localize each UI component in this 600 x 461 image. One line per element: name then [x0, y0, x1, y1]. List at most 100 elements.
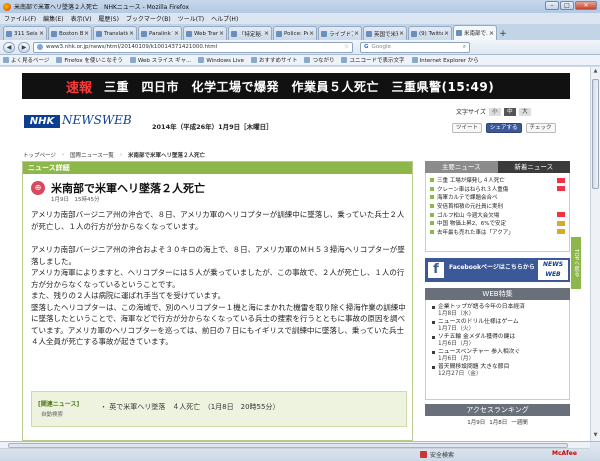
- bookmark-star-icon[interactable]: ☆: [344, 44, 349, 50]
- tab-close-icon[interactable]: ×: [353, 30, 359, 37]
- bookmark-item[interactable]: Web スライス ギャ...: [129, 56, 191, 64]
- horizontal-scrollbar[interactable]: [0, 442, 590, 449]
- vertical-scrollbar[interactable]: ▲ ▼: [590, 67, 600, 441]
- breadcrumb-top[interactable]: トップページ: [23, 151, 56, 159]
- list-item[interactable]: 去年最も売れた車は「アクア」: [430, 228, 569, 237]
- menu-bookmarks[interactable]: ブックマーク(B): [126, 14, 171, 23]
- navigation-toolbar: ◀ ▶ www3.nhk.or.jp/news/html/20140109/k1…: [0, 40, 600, 55]
- status-bar: 安全検索 McAfee: [0, 441, 600, 461]
- bookmark-item[interactable]: つながり: [304, 56, 334, 64]
- bullet-icon: [430, 221, 434, 226]
- scroll-down-icon[interactable]: ▼: [592, 432, 599, 440]
- browser-tab[interactable]: ライブドア...×: [318, 26, 362, 40]
- list-item[interactable]: 中国 物価上昇2、6%で安定: [430, 219, 569, 228]
- menu-help[interactable]: ヘルプ(H): [211, 14, 238, 23]
- browser-tab[interactable]: 311 Seism...×: [3, 26, 47, 40]
- browser-tab[interactable]: 英国で米軍...×: [363, 26, 407, 40]
- list-item[interactable]: ニュースのドリル仕様はゲーム 1月7日（火）: [432, 319, 569, 332]
- tab-latest-news[interactable]: 新着ニュース: [497, 161, 570, 173]
- new-tab-button[interactable]: +: [498, 28, 508, 40]
- breaking-news-banner[interactable]: 速報 三重 四日市 化学工場で爆発 作業員５人死亡 三重県警(15:49): [22, 73, 570, 99]
- bookmark-label: おすすめサイト: [258, 58, 298, 64]
- bullet-icon: [430, 212, 434, 217]
- mcafee-badge[interactable]: McAfee: [552, 450, 577, 457]
- facebook-banner[interactable]: f Facebookページはこちらから NEWS WEB: [425, 258, 570, 282]
- international-icon: ⊕: [31, 181, 45, 195]
- tab-close-icon[interactable]: ×: [128, 30, 134, 37]
- forward-button[interactable]: ▶: [18, 41, 30, 53]
- new-badge-icon: [557, 186, 565, 192]
- browser-tab[interactable]: Boston Ba...×: [48, 26, 92, 40]
- bookmark-label: つながり: [312, 58, 335, 64]
- menu-file[interactable]: ファイル(F): [4, 14, 36, 23]
- text-size-medium-button[interactable]: 中: [503, 107, 516, 116]
- bookmark-item[interactable]: おすすめサイト: [250, 56, 298, 64]
- facebook-share-button[interactable]: シェアする: [486, 123, 522, 133]
- bullet-icon: [432, 350, 435, 354]
- tweet-button[interactable]: ツイート: [452, 123, 483, 133]
- list-item[interactable]: 三重 工場が爆発し４人死亡: [430, 176, 569, 185]
- menu-tools[interactable]: ツール(T): [178, 14, 204, 23]
- ranking-tab[interactable]: 1月9日: [467, 418, 485, 426]
- browser-tab-active[interactable]: 米南部で...×: [453, 25, 497, 40]
- list-item[interactable]: 海軍カルテで課題会合ペ: [430, 193, 569, 202]
- browser-tab[interactable]: Translatio...×: [93, 26, 137, 40]
- menu-edit[interactable]: 編集(E): [43, 14, 63, 23]
- tab-close-icon[interactable]: ×: [173, 30, 179, 37]
- related-news-link[interactable]: ・ 英で米軍ヘリ墜落 ４人死亡 （1月8日 20時55分）: [100, 402, 279, 412]
- ranking-tab[interactable]: 一週間: [511, 418, 528, 426]
- feature-date: 1月7日（火）: [438, 325, 475, 332]
- list-item[interactable]: 企業トップが語る今年の日本経済 1月8日（水）: [432, 304, 569, 317]
- menu-view[interactable]: 表示(V): [71, 14, 92, 23]
- scrollbar-thumb[interactable]: [8, 443, 568, 448]
- newsweb-logo[interactable]: NEWSWEB: [62, 113, 132, 127]
- list-item[interactable]: クレーン車はねられ３人重傷: [430, 185, 569, 194]
- search-input[interactable]: G Google ⌕: [360, 41, 470, 53]
- tab-close-icon[interactable]: ×: [398, 30, 404, 37]
- back-button[interactable]: ◀: [3, 41, 15, 53]
- browser-tab[interactable]: Police: Pe...×: [273, 26, 317, 40]
- list-item[interactable]: 普天間移設問題 大きな節目 12月27日（金）: [432, 364, 569, 377]
- bookmark-item[interactable]: よく見るページ: [3, 56, 49, 64]
- security-indicator[interactable]: 安全検索: [420, 450, 454, 459]
- tab-favicon-icon: [51, 30, 57, 37]
- url-bar[interactable]: www3.nhk.or.jp/news/html/20140109/k10014…: [33, 41, 353, 53]
- minimize-button[interactable]: –: [545, 1, 559, 10]
- back-to-top-button[interactable]: TOPへ戻る: [571, 237, 581, 289]
- tab-close-icon[interactable]: ×: [218, 30, 224, 37]
- tab-close-icon[interactable]: ×: [38, 30, 44, 37]
- browser-tab[interactable]: 「特定秘...×: [228, 26, 272, 40]
- list-item[interactable]: ゴルフ松山 今週大会欠場: [430, 210, 569, 219]
- bookmark-item[interactable]: Firefox を使いこなそう: [56, 56, 123, 64]
- scroll-up-icon[interactable]: ▲: [592, 68, 599, 76]
- scrollbar-thumb[interactable]: [592, 79, 599, 189]
- bullet-icon: [430, 186, 434, 191]
- maximize-button[interactable]: □: [560, 1, 574, 10]
- bookmark-item[interactable]: Windows Live: [198, 56, 244, 64]
- list-item-text: ゴルフ松山 今週大会欠場: [437, 212, 500, 219]
- browser-tab[interactable]: (9) Twitter×: [408, 26, 452, 40]
- bookmark-item[interactable]: ユニコードで表示文字: [341, 56, 405, 64]
- tab-close-icon[interactable]: ×: [308, 30, 314, 37]
- text-size-small-button[interactable]: 小: [488, 107, 501, 116]
- tab-close-icon[interactable]: ×: [83, 30, 89, 37]
- list-item[interactable]: 安倍首相積の元社員に実刑: [430, 202, 569, 211]
- check-button[interactable]: チェック: [525, 123, 556, 133]
- tab-close-icon[interactable]: ×: [488, 30, 494, 37]
- list-item[interactable]: ニュースベンチャー 参入相次ぐ 1月6日（月）: [432, 349, 569, 362]
- close-button[interactable]: ✕: [575, 1, 597, 10]
- search-icon[interactable]: ⌕: [463, 44, 466, 51]
- ranking-tab[interactable]: 1月8日: [489, 418, 507, 426]
- browser-tab[interactable]: Web Tran...×: [183, 26, 227, 40]
- browser-tab[interactable]: Paralink T...×: [138, 26, 182, 40]
- breadcrumb-international[interactable]: 国際ニュース一覧: [70, 151, 114, 159]
- list-item[interactable]: ソチ五輪 金メダル獲得の鍵は 1月6日（月）: [432, 334, 569, 347]
- bookmark-icon: [341, 57, 348, 63]
- bookmark-item[interactable]: Internet Explorer から: [411, 56, 479, 64]
- text-size-large-button[interactable]: 大: [518, 107, 531, 116]
- tab-close-icon[interactable]: ×: [443, 30, 449, 37]
- menu-history[interactable]: 履歴(S): [98, 14, 119, 23]
- nhk-logo[interactable]: NHK: [24, 115, 60, 128]
- tab-top-news[interactable]: 主要ニュース: [425, 161, 498, 173]
- tab-close-icon[interactable]: ×: [263, 30, 269, 37]
